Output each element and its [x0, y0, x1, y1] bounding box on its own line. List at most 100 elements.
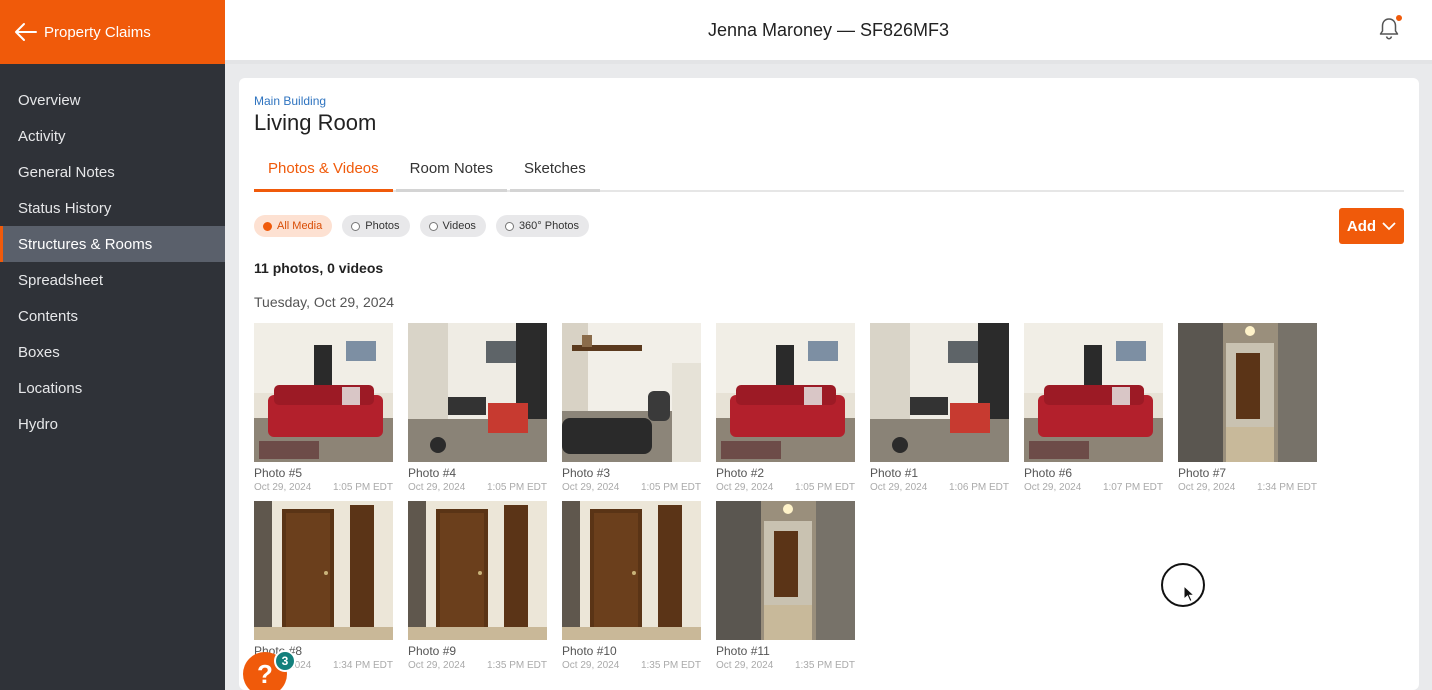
- photo-time: 1:35 PM EDT: [486, 660, 547, 671]
- top-bar: Jenna Maroney — SF826MF3: [225, 0, 1432, 64]
- tab-photos-videos[interactable]: Photos & Videos: [254, 154, 393, 192]
- photo-date: Oct 29, 2024: [254, 482, 312, 493]
- photo-image: [408, 323, 547, 462]
- sidebar-nav: Overview Activity General Notes Status H…: [0, 64, 225, 442]
- sidebar-item-boxes[interactable]: Boxes: [0, 334, 225, 370]
- photo-thumbnail[interactable]: [870, 323, 1009, 462]
- photo-date: Oct 29, 2024: [562, 482, 620, 493]
- photo-date: Oct 29, 2024: [716, 482, 774, 493]
- photo-grid: Photo #5 Oct 29, 2024 1:05 PM EDT Photo #4 O…: [254, 323, 1404, 671]
- sidebar-item-activity[interactable]: Activity: [0, 118, 225, 154]
- photo-thumbnail[interactable]: [408, 323, 547, 462]
- sidebar-item-hydro[interactable]: Hydro: [0, 406, 225, 442]
- filter-label: 360° Photos: [518, 220, 579, 232]
- photo-image: [562, 501, 701, 640]
- sidebar-item-status-history[interactable]: Status History: [0, 190, 225, 226]
- add-button[interactable]: Add: [1339, 208, 1404, 244]
- photo-tile[interactable]: Photo #2 Oct 29, 2024 1:05 PM EDT: [716, 323, 855, 493]
- photo-meta: Oct 29, 2024 1:34 PM EDT: [1178, 482, 1317, 493]
- photo-image: [254, 323, 393, 462]
- photo-tile[interactable]: Photo #10 Oct 29, 2024 1:35 PM EDT: [562, 501, 701, 671]
- photo-time: 1:07 PM EDT: [1102, 482, 1163, 493]
- photo-meta: Oct 29, 2024 1:35 PM EDT: [562, 660, 701, 671]
- photo-thumbnail[interactable]: [254, 501, 393, 640]
- filter-photos[interactable]: Photos: [342, 215, 410, 237]
- photo-name: Photo #3: [562, 466, 611, 480]
- photo-tile[interactable]: Photo #11 Oct 29, 2024 1:35 PM EDT: [716, 501, 855, 671]
- photo-date: Oct 29, 2024: [562, 660, 620, 671]
- sidebar-item-locations[interactable]: Locations: [0, 370, 225, 406]
- photo-tile[interactable]: Photo #9 Oct 29, 2024 1:35 PM EDT: [408, 501, 547, 671]
- sidebar-item-spreadsheet[interactable]: Spreadsheet: [0, 262, 225, 298]
- radio-icon: [504, 221, 514, 231]
- photo-thumbnail[interactable]: [1024, 323, 1163, 462]
- photo-thumbnail[interactable]: [716, 323, 855, 462]
- filter-label: Videos: [442, 220, 476, 232]
- filter-360-photos[interactable]: 360° Photos: [495, 215, 589, 237]
- media-count: 11 photos, 0 videos: [254, 260, 384, 276]
- sidebar-item-contents[interactable]: Contents: [0, 298, 225, 334]
- brand-label: Property Claims: [44, 23, 151, 41]
- photo-time: 1:35 PM EDT: [794, 660, 855, 671]
- photo-date: Oct 29, 2024: [408, 660, 466, 671]
- back-to-property-claims[interactable]: Property Claims: [0, 0, 225, 64]
- claim-title: Jenna Maroney — SF826MF3: [707, 19, 950, 40]
- mouse-pointer-icon: [1183, 585, 1195, 603]
- photo-time: 1:34 PM EDT: [1256, 482, 1317, 493]
- photo-name: Photo #5: [254, 466, 303, 480]
- notifications-button[interactable]: [1378, 15, 1402, 41]
- photo-date: Oct 29, 2024: [1178, 482, 1236, 493]
- filter-label: All Media: [277, 220, 323, 232]
- photo-name: Photo #10: [562, 644, 617, 658]
- photo-image: [254, 501, 393, 640]
- room-card: Main Building Living Room Photos & Video…: [239, 78, 1419, 690]
- photo-tile[interactable]: Photo #3 Oct 29, 2024 1:05 PM EDT: [562, 323, 701, 493]
- photo-name: Photo #4: [408, 466, 457, 480]
- photo-thumbnail[interactable]: [562, 323, 701, 462]
- photo-meta: Oct 29, 2024 1:05 PM EDT: [716, 482, 855, 493]
- photo-date: Oct 29, 2024: [870, 482, 928, 493]
- photo-image: [870, 323, 1009, 462]
- notification-dot: [1396, 15, 1402, 21]
- photo-tile[interactable]: Photo #8Oct 29, 20241:34 PM EDT: [254, 501, 393, 671]
- photo-time: 1:05 PM EDT: [640, 482, 701, 493]
- photo-tile[interactable]: Photo #1 Oct 29, 2024 1:06 PM EDT: [870, 323, 1009, 493]
- tab-sketches[interactable]: Sketches: [510, 154, 600, 192]
- filter-videos[interactable]: Videos: [419, 215, 486, 237]
- sidebar-item-overview[interactable]: Overview: [0, 82, 225, 118]
- photo-date: Oct 29, 2024: [1024, 482, 1082, 493]
- tab-room-notes[interactable]: Room Notes: [395, 154, 508, 192]
- photo-name: Photo #11: [716, 644, 770, 658]
- radio-icon: [428, 221, 438, 231]
- room-tabs: Photos & Videos Room Notes Sketches: [254, 154, 1404, 192]
- photo-thumbnail[interactable]: [562, 501, 701, 640]
- photo-time: 1:05 PM EDT: [486, 482, 547, 493]
- photo-date: Oct 29, 2024: [716, 660, 774, 671]
- photo-tile[interactable]: Photo #7 Oct 29, 2024 1:34 PM EDT: [1178, 323, 1317, 493]
- filter-all-media[interactable]: All Media: [254, 215, 333, 237]
- photo-name: Photo #2: [716, 466, 765, 480]
- photo-thumbnail[interactable]: [716, 501, 855, 640]
- back-arrow-icon: [15, 23, 37, 41]
- photo-tile[interactable]: Photo #6 Oct 29, 2024 1:07 PM EDT: [1024, 323, 1163, 493]
- sidebar-item-structures-rooms[interactable]: Structures & Rooms: [0, 226, 225, 262]
- photo-meta: Oct 29, 2024 1:35 PM EDT: [716, 660, 855, 671]
- photo-time: 1:05 PM EDT: [332, 482, 393, 493]
- photo-meta: Oct 29, 2024 1:05 PM EDT: [408, 482, 547, 493]
- photo-time: 1:34 PM EDT: [332, 660, 393, 671]
- photo-tile[interactable]: Photo #5 Oct 29, 2024 1:05 PM EDT: [254, 323, 393, 493]
- sidebar-item-general-notes[interactable]: General Notes: [0, 154, 225, 190]
- photo-thumbnail[interactable]: [408, 501, 547, 640]
- filter-label: Photos: [365, 220, 400, 232]
- photo-thumbnail[interactable]: [1178, 323, 1317, 462]
- photo-meta: Oct 29, 2024 1:06 PM EDT: [870, 482, 1009, 493]
- photo-tile[interactable]: Photo #4 Oct 29, 2024 1:05 PM EDT: [408, 323, 547, 493]
- photo-name: Photo #1: [870, 466, 919, 480]
- radio-icon: [263, 221, 272, 231]
- help-count-badge: 3: [274, 650, 296, 672]
- breadcrumb-main-building[interactable]: Main Building: [254, 94, 1404, 108]
- sidebar: Property Claims Overview Activity Genera…: [0, 0, 225, 690]
- photo-thumbnail[interactable]: [254, 323, 393, 462]
- photo-image: [1024, 323, 1163, 462]
- photo-name: Photo #9: [408, 644, 457, 658]
